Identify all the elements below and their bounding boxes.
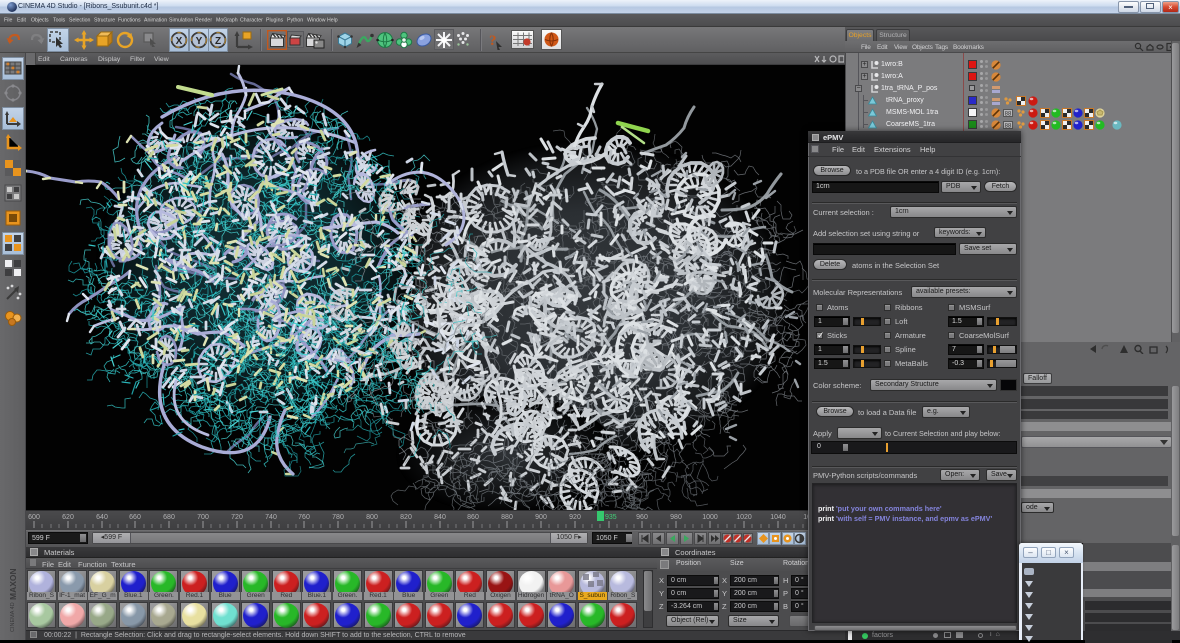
svg-text:920: 920 bbox=[569, 514, 581, 521]
svg-text:760: 760 bbox=[298, 514, 310, 521]
svg-text:900: 900 bbox=[535, 514, 547, 521]
svg-text:935: 935 bbox=[605, 514, 617, 521]
svg-text:740: 740 bbox=[265, 514, 277, 521]
svg-text:800: 800 bbox=[366, 514, 378, 521]
svg-text:880: 880 bbox=[501, 514, 513, 521]
svg-text:88: 88 bbox=[1005, 112, 1012, 118]
svg-text:780: 780 bbox=[332, 514, 344, 521]
svg-text:Z: Z bbox=[215, 36, 221, 47]
svg-text:820: 820 bbox=[400, 514, 412, 521]
svg-text:980: 980 bbox=[670, 514, 682, 521]
svg-text:1020: 1020 bbox=[736, 514, 752, 521]
svg-text:680: 680 bbox=[163, 514, 175, 521]
svg-text:88: 88 bbox=[1005, 124, 1012, 130]
svg-text:720: 720 bbox=[231, 514, 243, 521]
svg-text:640: 640 bbox=[96, 514, 108, 521]
svg-text:620: 620 bbox=[62, 514, 74, 521]
svg-text:X: X bbox=[176, 36, 183, 47]
svg-text:700: 700 bbox=[197, 514, 209, 521]
svg-text:600: 600 bbox=[28, 514, 40, 521]
svg-text:860: 860 bbox=[467, 514, 479, 521]
svg-text:660: 660 bbox=[129, 514, 141, 521]
svg-text:960: 960 bbox=[636, 514, 648, 521]
svg-text:1000: 1000 bbox=[702, 514, 718, 521]
svg-text:1040: 1040 bbox=[770, 514, 786, 521]
svg-text:?: ? bbox=[489, 33, 497, 49]
svg-text:Y: Y bbox=[195, 36, 202, 47]
svg-text:840: 840 bbox=[434, 514, 446, 521]
